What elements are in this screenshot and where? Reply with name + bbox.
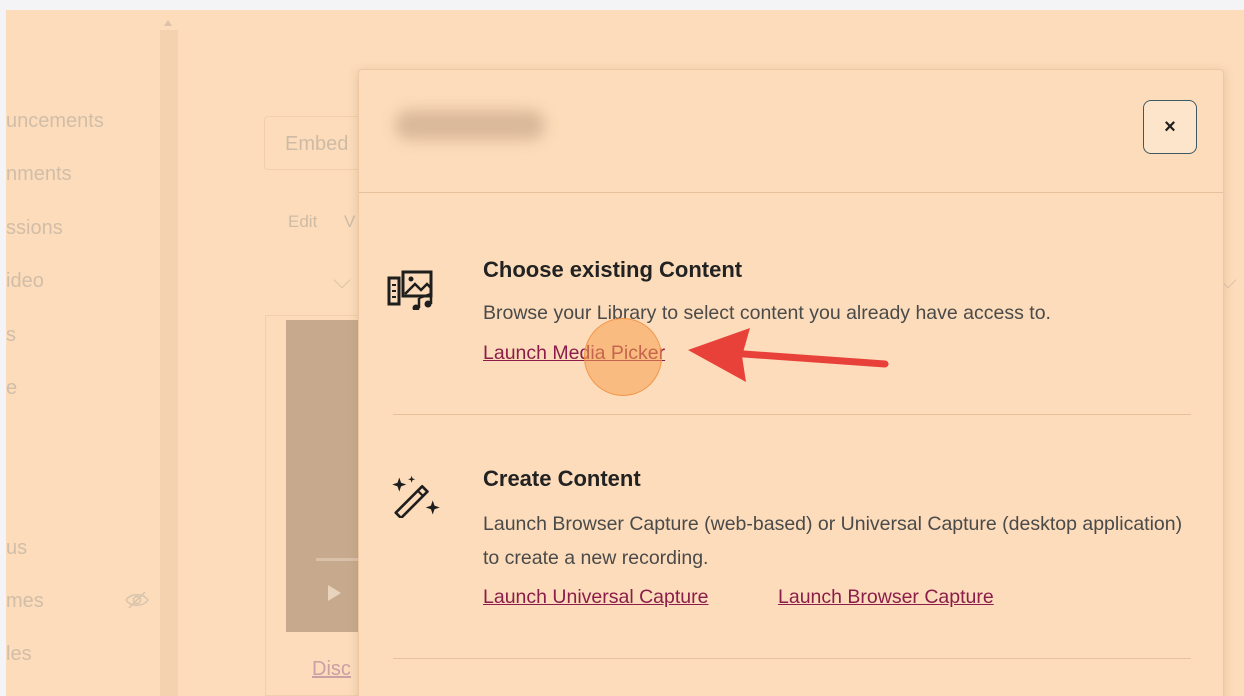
modal-title-redacted	[395, 110, 545, 140]
media-library-icon	[387, 270, 433, 310]
sidebar-scrollbar[interactable]	[160, 20, 178, 696]
tab-edit[interactable]: Edit	[288, 212, 317, 232]
sidebar-item-5[interactable]: s	[6, 324, 16, 347]
section-divider	[393, 414, 1191, 415]
sidebar-item-discussions[interactable]: ssions	[6, 217, 63, 240]
choose-existing-title: Choose existing Content	[483, 257, 743, 282]
eye-slash-icon	[125, 591, 149, 609]
sidebar-item-outcomes[interactable]: mes	[6, 590, 44, 613]
tab-view[interactable]: V	[344, 212, 355, 232]
pointer-arrow-icon	[688, 328, 889, 382]
play-icon[interactable]	[328, 585, 341, 601]
create-content-description: Launch Browser Capture (web-based) or Un…	[483, 513, 1183, 569]
close-button[interactable]: ×	[1143, 100, 1197, 154]
sidebar-item-video[interactable]: ideo	[6, 270, 44, 293]
click-highlight-circle	[584, 318, 662, 396]
create-content-title: Create Content	[483, 466, 641, 491]
magic-wand-icon	[392, 475, 440, 518]
window-top-edge	[0, 0, 1244, 10]
sidebar-item-announcements[interactable]: uncements	[6, 110, 104, 133]
sidebar-item-7[interactable]: us	[6, 537, 27, 560]
sidebar-item-modules[interactable]: les	[6, 643, 32, 666]
background-link[interactable]: Disc	[312, 658, 351, 681]
sidebar-item-6[interactable]: e	[6, 377, 17, 400]
launch-browser-capture-link[interactable]: Launch Browser Capture	[778, 586, 994, 609]
section-divider	[393, 658, 1191, 659]
modal-header: ×	[359, 70, 1223, 193]
sidebar-item-assignments[interactable]: nments	[6, 163, 72, 186]
launch-universal-capture-link[interactable]: Launch Universal Capture	[483, 586, 708, 609]
